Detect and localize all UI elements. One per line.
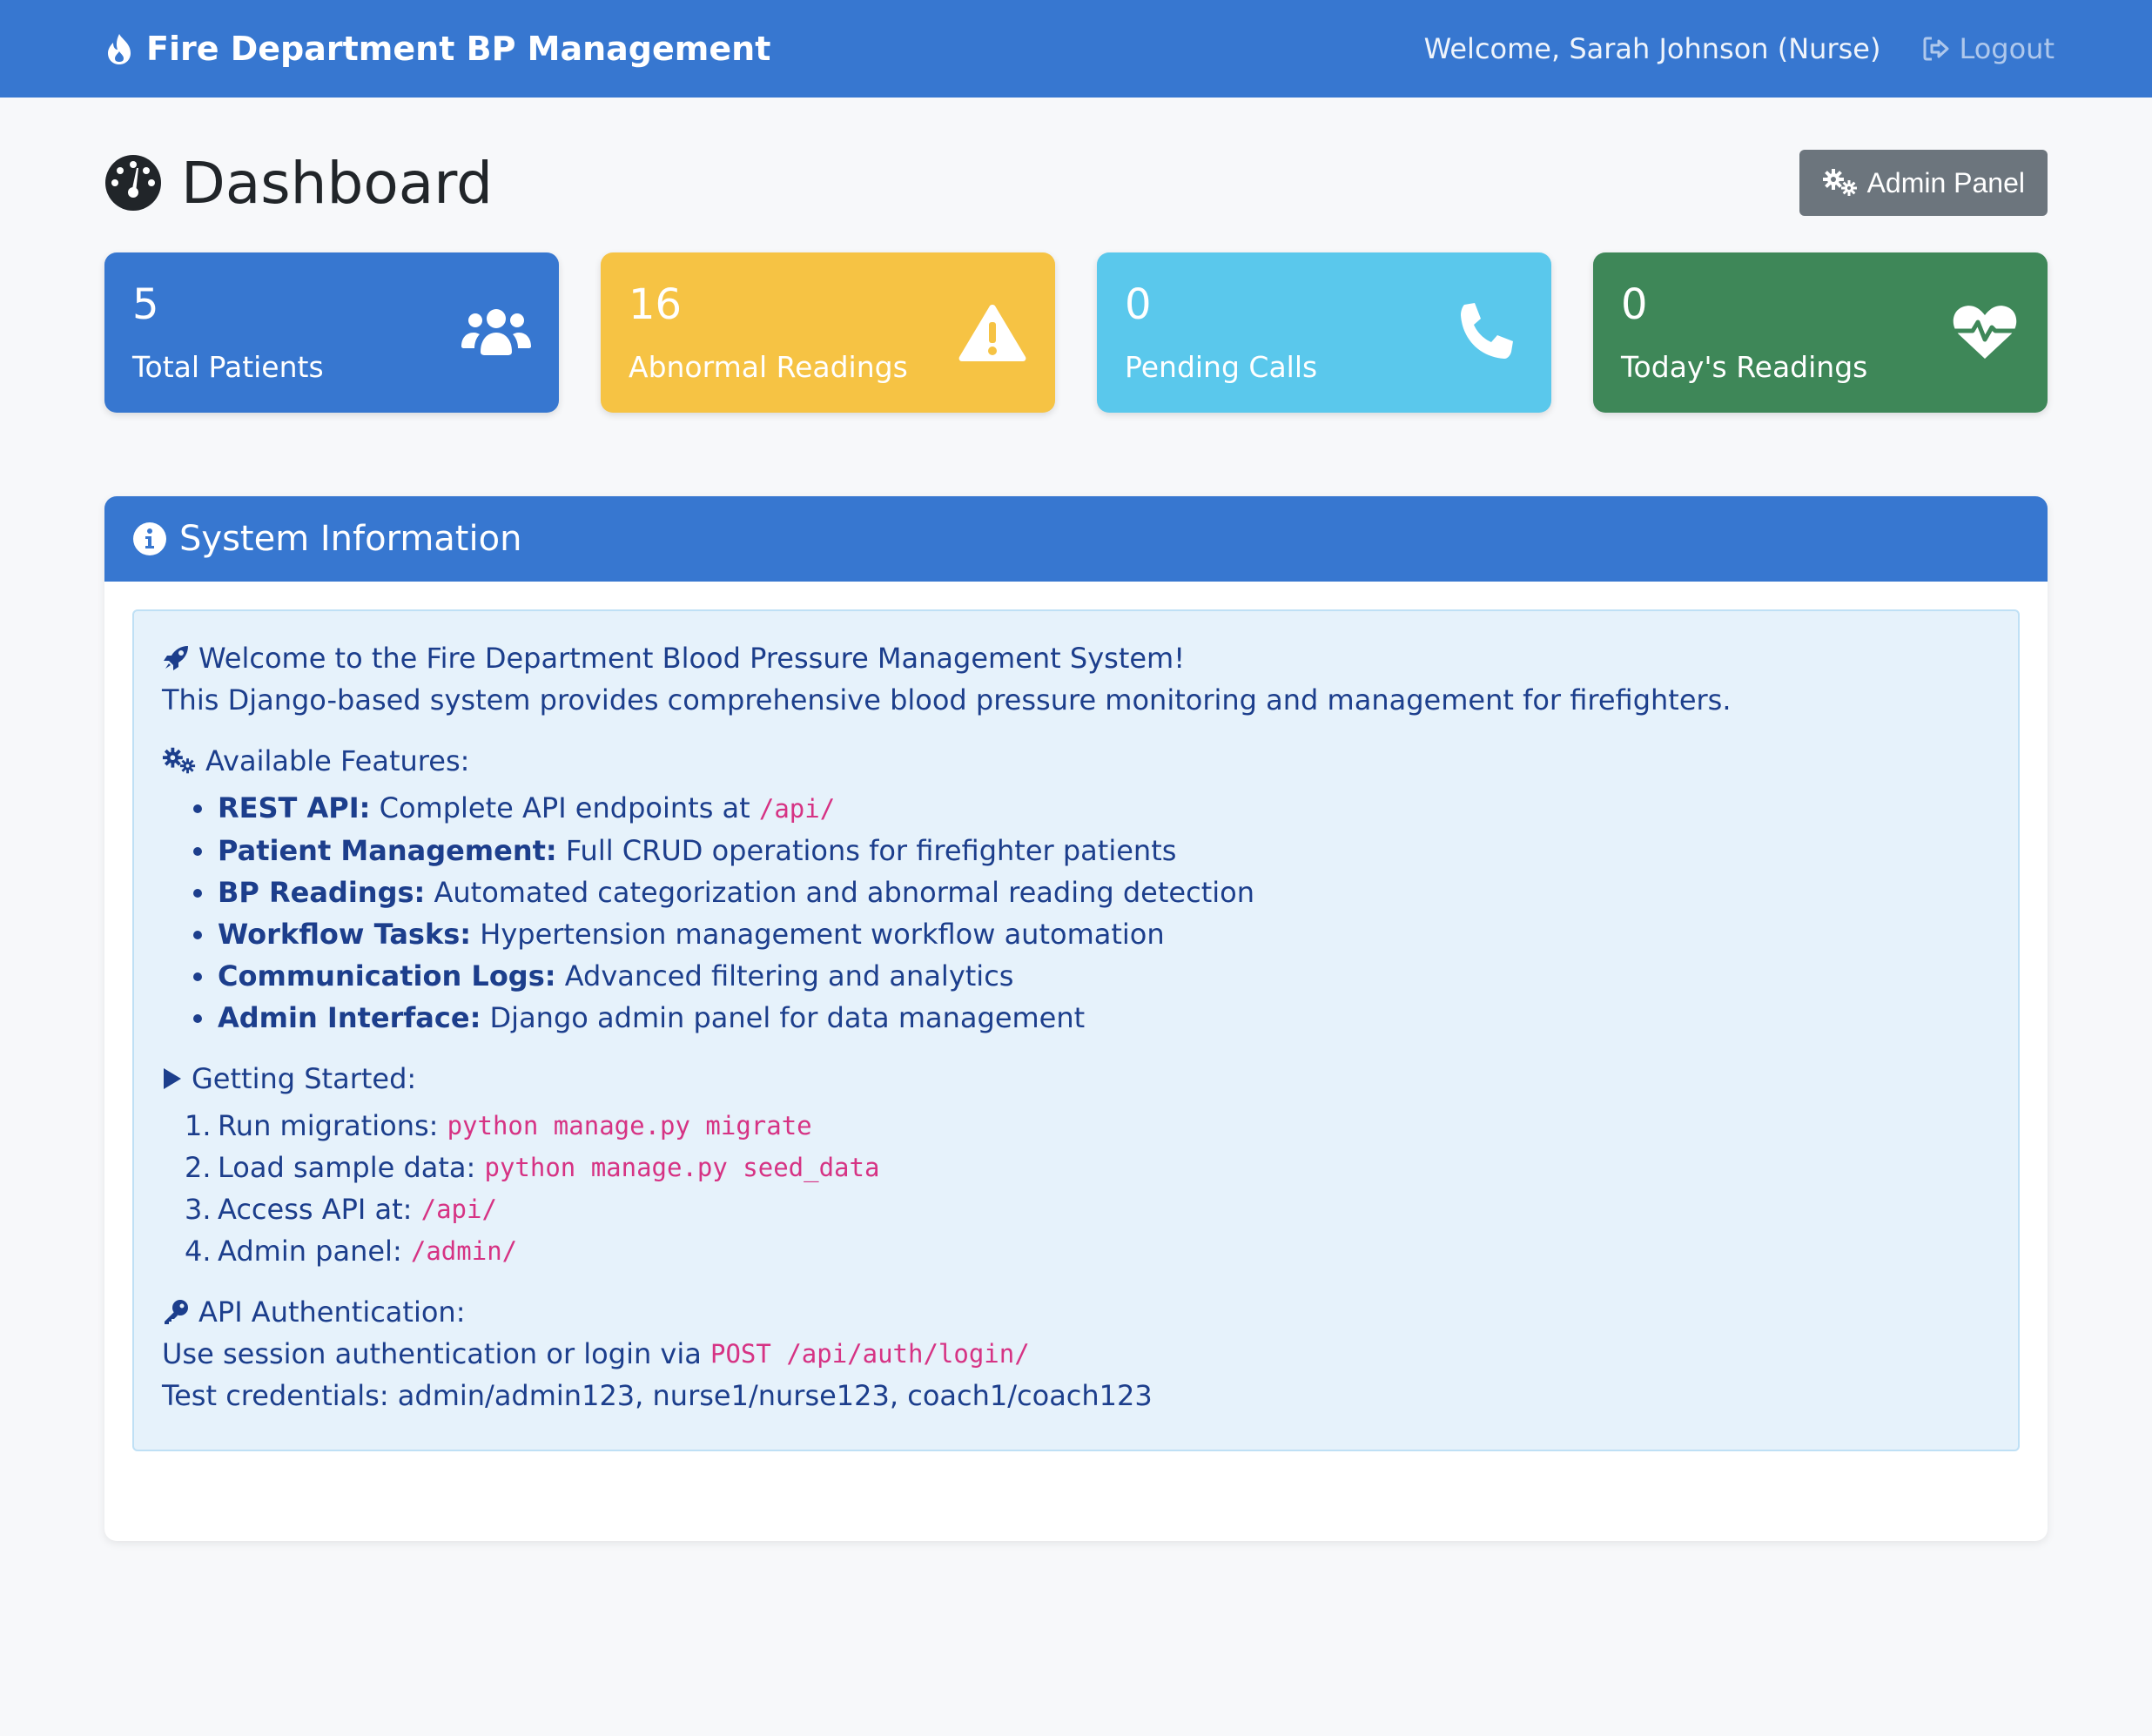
cogs-icon	[1822, 169, 1857, 196]
auth-text: Use session authentication or login via	[162, 1337, 702, 1370]
getting-started-title: Getting Started:	[192, 1062, 417, 1095]
step-code: python manage.py seed_data	[484, 1153, 880, 1182]
description-line: This Django-based system provides compre…	[162, 679, 1990, 721]
feature-text: Automated categorization and abnormal re…	[434, 876, 1254, 909]
card-header: System Information	[104, 496, 2048, 582]
admin-panel-button[interactable]: Admin Panel	[1799, 150, 2048, 216]
list-item: 2. Load sample data: python manage.py see…	[185, 1147, 1990, 1188]
feature-name: REST API:	[218, 791, 371, 824]
feature-text: Advanced filtering and analytics	[564, 959, 1014, 992]
fire-icon	[108, 34, 131, 64]
list-item: Workflow Tasks: Hypertension management …	[188, 913, 1990, 955]
rocket-icon	[164, 646, 188, 670]
welcome-text: Welcome, Sarah Johnson (Nurse)	[1423, 32, 1881, 65]
features-title: Available Features:	[205, 744, 470, 777]
logout-link[interactable]: Logout	[1922, 32, 2054, 65]
feature-text: Full CRUD operations for firefighter pat…	[565, 834, 1177, 867]
feature-text: Hypertension management workflow automat…	[480, 918, 1165, 951]
list-item: Patient Management: Full CRUD operations…	[188, 830, 1990, 871]
admin-panel-label: Admin Panel	[1866, 166, 2025, 198]
auth-code: POST /api/auth/login/	[710, 1339, 1030, 1369]
page-title: Dashboard	[104, 150, 493, 217]
auth-line: Use session authentication or login via …	[162, 1333, 1990, 1375]
list-item: Communication Logs: Advanced filtering a…	[188, 955, 1990, 997]
heartbeat-icon	[1953, 306, 2017, 359]
feature-code: /api/	[758, 794, 836, 824]
stat-card-pending-calls: 0 Pending Calls	[1097, 252, 1551, 413]
feature-text: Complete API endpoints at	[379, 791, 750, 824]
stat-card-total-patients: 5 Total Patients	[104, 252, 559, 413]
warning-icon	[958, 305, 1026, 361]
cogs-icon	[162, 747, 196, 774]
list-item: 4. Admin panel: /admin/	[185, 1230, 1990, 1272]
step-code: /api/	[420, 1194, 497, 1224]
list-item: 1. Run migrations: python manage.py migra…	[185, 1105, 1990, 1147]
feature-name: Workflow Tasks:	[218, 918, 472, 951]
step-text: Access API at:	[218, 1193, 413, 1226]
brand-link[interactable]: Fire Department BP Management	[104, 30, 770, 68]
welcome-message: Welcome to the Fire Department Blood Pre…	[198, 642, 1186, 675]
getting-started-heading: Getting Started:	[162, 1058, 1990, 1100]
auth-title: API Authentication:	[198, 1295, 466, 1329]
info-circle-icon	[133, 522, 166, 555]
brand-title: Fire Department BP Management	[146, 30, 771, 68]
info-alert: Welcome to the Fire Department Blood Pre…	[132, 609, 2020, 1451]
stat-card-abnormal-readings: 16 Abnormal Readings	[601, 252, 1055, 413]
feature-name: BP Readings:	[218, 876, 426, 909]
play-icon	[164, 1068, 181, 1089]
list-item: REST API: Complete API endpoints at /api…	[188, 787, 1990, 830]
list-item: 3. Access API at: /api/	[185, 1188, 1990, 1230]
feature-name: Communication Logs:	[218, 959, 556, 992]
key-icon	[165, 1300, 188, 1324]
step-text: Run migrations:	[218, 1109, 439, 1142]
description-text: This Django-based system provides compre…	[162, 683, 1732, 717]
main-content: Dashboard Admin Panel 5 Total Patients 1…	[0, 98, 2152, 1541]
feature-name: Admin Interface:	[218, 1001, 481, 1034]
phone-icon	[1461, 303, 1513, 359]
logout-label: Logout	[1959, 32, 2054, 65]
system-information-card: System Information Welcome to the Fire D…	[104, 496, 2048, 1541]
welcome-line: Welcome to the Fire Department Blood Pre…	[162, 637, 1990, 679]
stats-row: 5 Total Patients 16 Abnormal Readings 0 …	[104, 252, 2048, 413]
feature-text: Django admin panel for data management	[489, 1001, 1086, 1034]
step-text: Load sample data:	[218, 1151, 476, 1184]
logout-icon	[1923, 37, 1949, 61]
list-item: BP Readings: Automated categorization an…	[188, 871, 1990, 913]
step-number: 2.	[185, 1151, 212, 1184]
step-number: 4.	[185, 1235, 212, 1268]
list-item: Admin Interface: Django admin panel for …	[188, 997, 1990, 1039]
step-code: /admin/	[410, 1236, 518, 1266]
auth-heading: API Authentication:	[162, 1291, 1990, 1333]
card-title: System Information	[179, 519, 522, 559]
credentials-text: Test credentials: admin/admin123, nurse1…	[162, 1379, 1153, 1412]
tachometer-icon	[105, 155, 161, 211]
step-number: 1.	[185, 1109, 212, 1142]
users-icon	[461, 309, 531, 355]
feature-name: Patient Management:	[218, 834, 557, 867]
page-title-text: Dashboard	[181, 149, 494, 217]
top-navbar: Fire Department BP Management Welcome, S…	[0, 0, 2152, 98]
steps-list: 1. Run migrations: python manage.py migra…	[162, 1105, 1990, 1272]
stat-card-todays-readings: 0 Today's Readings	[1593, 252, 2048, 413]
step-number: 3.	[185, 1193, 212, 1226]
features-list: REST API: Complete API endpoints at /api…	[162, 787, 1990, 1039]
step-text: Admin panel:	[218, 1235, 402, 1268]
step-code: python manage.py migrate	[447, 1111, 812, 1141]
features-heading: Available Features:	[162, 740, 1990, 782]
credentials-line: Test credentials: admin/admin123, nurse1…	[162, 1375, 1990, 1416]
